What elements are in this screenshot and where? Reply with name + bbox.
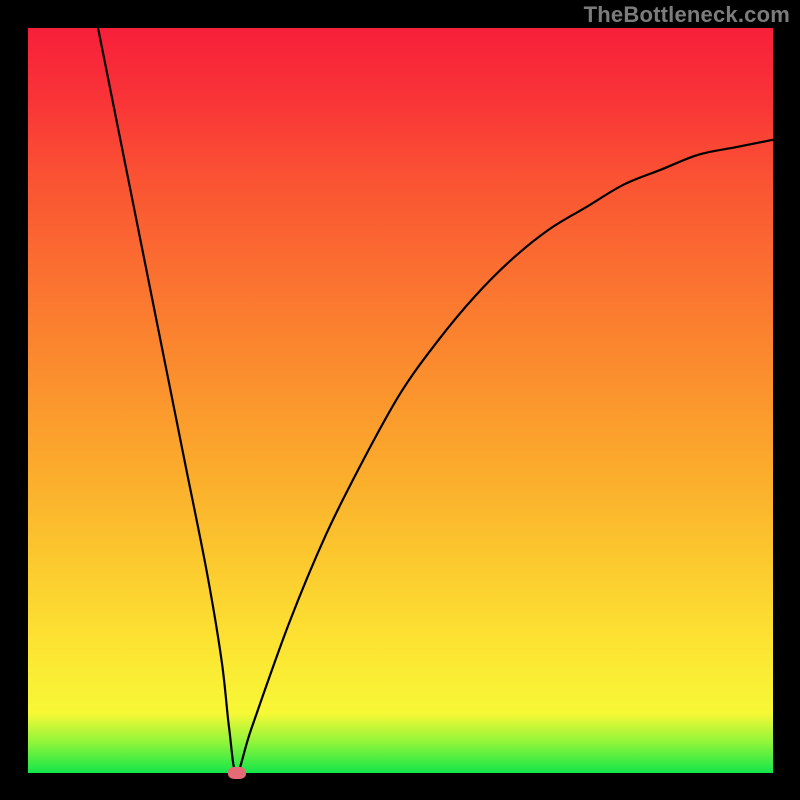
bottleneck-curve: [98, 28, 773, 773]
plot-area: [28, 28, 773, 773]
minimum-marker: [228, 767, 246, 779]
chart-frame: TheBottleneck.com: [0, 0, 800, 800]
watermark-text: TheBottleneck.com: [584, 2, 790, 28]
curve-layer: [28, 28, 773, 773]
